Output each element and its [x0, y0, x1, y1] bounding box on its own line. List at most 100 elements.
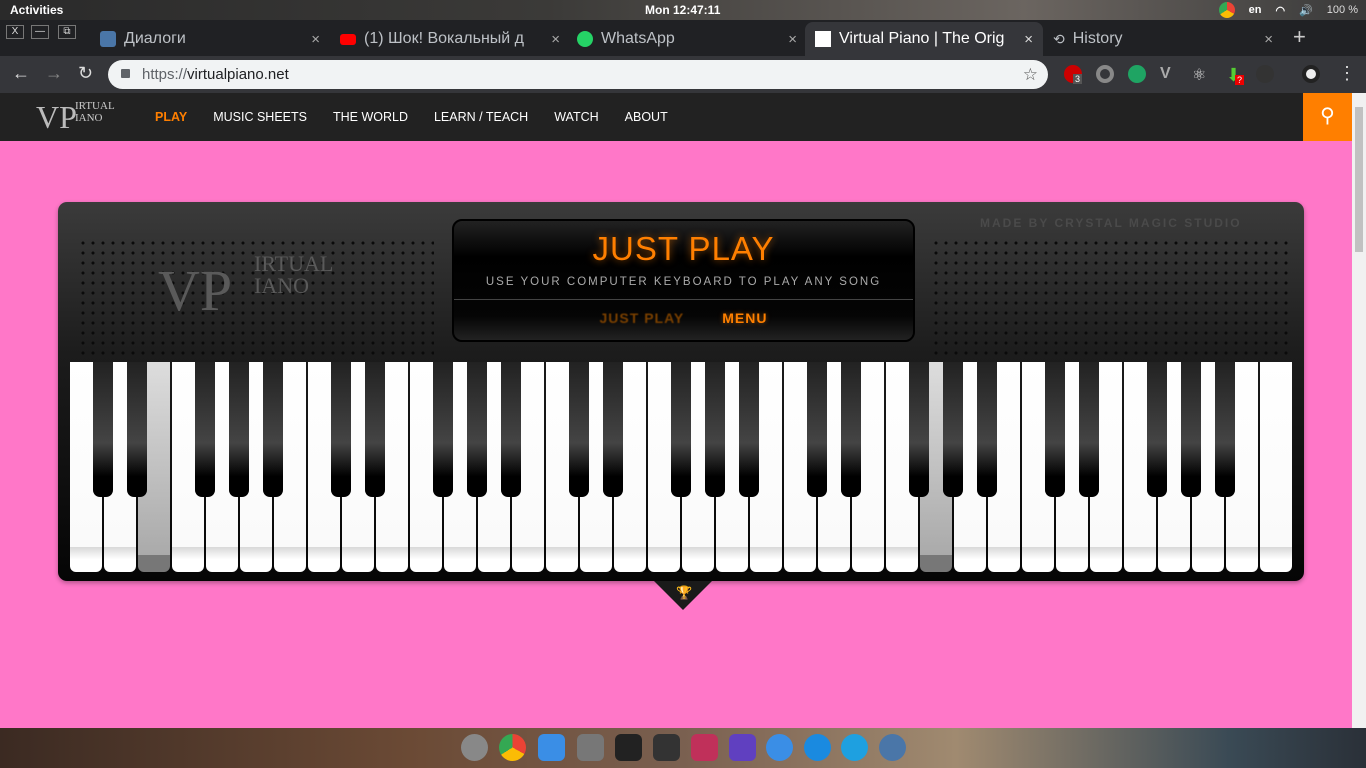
black-key[interactable] [977, 362, 997, 497]
white-key[interactable] [1260, 362, 1292, 572]
extension-circle-icon[interactable] [1096, 65, 1114, 83]
nav-the-world[interactable]: THE WORLD [333, 110, 408, 124]
adblock-badge: 3 [1073, 74, 1083, 84]
dock [0, 728, 1366, 768]
battery-indicator[interactable]: 100 % [1327, 4, 1358, 16]
black-key[interactable] [195, 362, 215, 497]
globe-extension-icon[interactable] [1256, 65, 1274, 83]
launchpad-icon[interactable] [461, 734, 488, 761]
black-key[interactable] [263, 362, 283, 497]
adblock-icon[interactable]: 3 [1064, 65, 1083, 84]
right-speaker-grill [931, 238, 1291, 358]
tab-dialogs[interactable]: Диалоги × [90, 22, 330, 56]
rubymine-icon[interactable] [691, 734, 718, 761]
sheets-extension-icon[interactable] [1128, 65, 1146, 83]
terminal-icon[interactable] [615, 734, 642, 761]
send-app-icon[interactable] [804, 734, 831, 761]
nav-watch[interactable]: WATCH [554, 110, 598, 124]
search-button[interactable]: ⚲ [1303, 93, 1352, 141]
back-button[interactable]: ← [12, 63, 30, 84]
settings-dock-icon[interactable] [577, 734, 604, 761]
reload-button[interactable]: ↻ [78, 63, 93, 84]
menu-button[interactable]: MENU [722, 310, 767, 326]
black-key[interactable] [671, 362, 691, 497]
chrome-tray-icon[interactable] [1218, 2, 1235, 18]
nav-music-sheets[interactable]: MUSIC SHEETS [213, 110, 307, 124]
close-tab-icon[interactable]: × [1024, 31, 1033, 48]
clock[interactable]: Mon 12:47:11 [645, 3, 720, 17]
black-key[interactable] [739, 362, 759, 497]
black-key[interactable] [467, 362, 487, 497]
scrollbar-thumb[interactable] [1355, 107, 1363, 252]
language-indicator[interactable]: en [1249, 4, 1262, 16]
display-divider [454, 299, 913, 300]
page-scrollbar[interactable] [1352, 93, 1366, 728]
just-play-mode-button[interactable]: JUST PLAY [600, 310, 685, 326]
new-tab-button[interactable]: + [1293, 24, 1306, 50]
black-key[interactable] [909, 362, 929, 497]
system-top-bar: Activities Mon 12:47:11 en ◠ 🔊 100 % [0, 0, 1366, 20]
address-bar[interactable]: https://virtualpiano.net ☆ [108, 60, 1048, 89]
react-devtools-icon[interactable]: ⚛ [1192, 65, 1210, 84]
credit-text: MADE BY CRYSTAL MAGIC STUDIO [980, 216, 1242, 230]
tab-virtual-piano[interactable]: Virtual Piano | The Orig × [805, 22, 1043, 56]
black-key[interactable] [229, 362, 249, 497]
close-window-button[interactable]: X [6, 25, 24, 39]
vk-icon[interactable] [879, 734, 906, 761]
url-scheme: https:// [142, 66, 188, 83]
display-title: JUST PLAY [592, 230, 775, 267]
forward-button[interactable]: → [45, 63, 63, 84]
black-key[interactable] [841, 362, 861, 497]
intellij-icon[interactable] [729, 734, 756, 761]
piano-display: JUST PLAY USE YOUR COMPUTER KEYBOARD TO … [452, 219, 915, 342]
virtual-piano-logo[interactable]: VP IRTUAL IANO [32, 97, 122, 137]
black-key[interactable] [1079, 362, 1099, 497]
code-editor-icon[interactable] [653, 734, 680, 761]
black-key[interactable] [943, 362, 963, 497]
wifi-icon[interactable]: ◠ [1275, 4, 1285, 17]
vk-messages-icon [100, 31, 116, 47]
finder-icon[interactable] [538, 734, 565, 761]
minimize-window-button[interactable]: — [31, 25, 49, 39]
restore-window-button[interactable]: ⧉ [58, 25, 76, 39]
tab-history[interactable]: ⟲ History × [1043, 22, 1283, 56]
activities-button[interactable]: Activities [10, 3, 63, 17]
nav-about[interactable]: ABOUT [625, 110, 668, 124]
black-key[interactable] [1215, 362, 1235, 497]
close-tab-icon[interactable]: × [1264, 31, 1273, 48]
black-key[interactable] [501, 362, 521, 497]
history-icon: ⟲ [1053, 30, 1065, 47]
black-key[interactable] [93, 362, 113, 497]
black-key[interactable] [331, 362, 351, 497]
black-key[interactable] [807, 362, 827, 497]
chrome-dock-icon[interactable] [499, 734, 526, 761]
black-key[interactable] [365, 362, 385, 497]
nav-learn-teach[interactable]: LEARN / TEACH [434, 110, 528, 124]
volume-icon[interactable]: 🔊 [1299, 4, 1313, 17]
tab-youtube[interactable]: (1) Шок! Вокальный д × [330, 22, 570, 56]
black-key[interactable] [569, 362, 589, 497]
black-key[interactable] [705, 362, 725, 497]
url-host: virtualpiano.net [187, 66, 289, 83]
chrome-menu-button[interactable]: ⋮ [1338, 63, 1356, 84]
black-key[interactable] [127, 362, 147, 497]
profile-avatar[interactable] [1302, 65, 1320, 83]
download-extension-icon[interactable]: ⬇? [1226, 65, 1245, 85]
black-key[interactable] [603, 362, 623, 497]
virtual-piano-favicon [815, 31, 831, 47]
bookmark-star-icon[interactable]: ☆ [1023, 60, 1038, 89]
tab-whatsapp[interactable]: WhatsApp × [567, 22, 807, 56]
black-key[interactable] [1045, 362, 1065, 497]
close-tab-icon[interactable]: × [551, 31, 560, 48]
skype-icon[interactable] [841, 734, 868, 761]
close-tab-icon[interactable]: × [311, 31, 320, 48]
atom-icon[interactable] [766, 734, 793, 761]
trophy-icon[interactable]: 🏆 [676, 585, 692, 601]
close-tab-icon[interactable]: × [788, 31, 797, 48]
search-icon: ⚲ [1320, 105, 1335, 127]
black-key[interactable] [433, 362, 453, 497]
black-key[interactable] [1147, 362, 1167, 497]
nav-play[interactable]: PLAY [155, 110, 187, 124]
vue-devtools-icon[interactable]: V [1160, 65, 1178, 83]
black-key[interactable] [1181, 362, 1201, 497]
